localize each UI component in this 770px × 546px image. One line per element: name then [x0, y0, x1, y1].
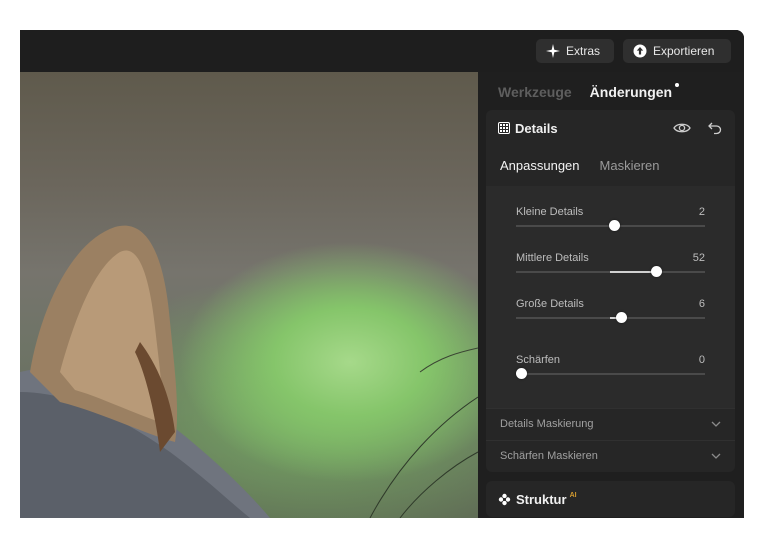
slider-mittlere-details[interactable]: Mittlere Details 52 — [516, 252, 705, 292]
schaerfen-maskieren-label: Schärfen Maskieren — [500, 449, 598, 462]
panel-tabs: Werkzeuge Änderungen — [498, 83, 680, 100]
slider-value: 6 — [698, 298, 705, 310]
export-label: Exportieren — [653, 44, 715, 58]
right-panel: Werkzeuge Änderungen Details Anpassungen… — [478, 72, 744, 518]
slider-value: 0 — [698, 354, 705, 366]
undo-icon[interactable] — [708, 121, 722, 135]
slider-label: Große Details — [516, 298, 584, 310]
extras-button[interactable]: Extras — [536, 39, 614, 63]
chevron-down-icon — [711, 421, 721, 427]
details-subtabs: Anpassungen Maskieren — [500, 158, 659, 173]
tab-aenderungen-label: Änderungen — [589, 84, 673, 100]
tab-aenderungen[interactable]: Änderungen — [589, 83, 680, 100]
slider-track[interactable] — [516, 373, 705, 375]
slider-kleine-details[interactable]: Kleine Details 2 — [516, 206, 705, 246]
app-window: Extras Exportieren Werkzeuge Änderungen … — [20, 30, 744, 518]
slider-label: Schärfen — [516, 354, 561, 366]
details-section: Details Anpassungen Maskieren Kleine Det… — [486, 110, 735, 472]
photo-image — [20, 225, 478, 518]
chevron-down-icon — [711, 453, 721, 459]
sparkle-icon — [546, 44, 560, 58]
slider-value: 2 — [698, 206, 705, 218]
details-sliders: Kleine Details 2 Mittlere Details 52 Gro… — [486, 186, 735, 408]
photo-canvas[interactable] — [20, 72, 478, 518]
details-title: Details — [515, 120, 558, 136]
changes-indicator-dot — [675, 83, 680, 87]
details-maskierung-row[interactable]: Details Maskierung — [486, 408, 735, 438]
slider-value: 52 — [692, 252, 705, 264]
tab-werkzeuge[interactable]: Werkzeuge — [498, 84, 572, 100]
grid-details-icon — [498, 122, 510, 134]
slider-thumb[interactable] — [516, 368, 527, 379]
slider-thumb[interactable] — [651, 266, 663, 277]
ai-badge: AI — [569, 491, 577, 499]
slider-thumb[interactable] — [615, 312, 627, 323]
eye-icon[interactable] — [673, 121, 691, 135]
slider-label: Mittlere Details — [516, 252, 589, 264]
slider-label: Kleine Details — [516, 206, 584, 218]
slider-grosse-details[interactable]: Große Details 6 — [516, 298, 705, 338]
schaerfen-maskieren-row[interactable]: Schärfen Maskieren — [486, 440, 735, 470]
export-button[interactable]: Exportieren — [623, 39, 731, 63]
struktur-section[interactable]: Struktur AI — [486, 481, 735, 517]
top-toolbar: Extras Exportieren — [20, 30, 744, 72]
flower-struktur-icon — [498, 493, 511, 506]
subtab-anpassungen[interactable]: Anpassungen — [500, 158, 580, 173]
details-header[interactable]: Details — [486, 110, 735, 146]
upload-icon — [633, 44, 647, 58]
extras-label: Extras — [566, 44, 601, 58]
subtab-maskieren[interactable]: Maskieren — [600, 158, 660, 173]
slider-schaerfen[interactable]: Schärfen 0 — [516, 354, 705, 394]
struktur-title: Struktur — [516, 491, 567, 507]
details-maskierung-label: Details Maskierung — [500, 417, 594, 430]
slider-fill — [610, 271, 657, 273]
slider-thumb[interactable] — [608, 220, 620, 231]
